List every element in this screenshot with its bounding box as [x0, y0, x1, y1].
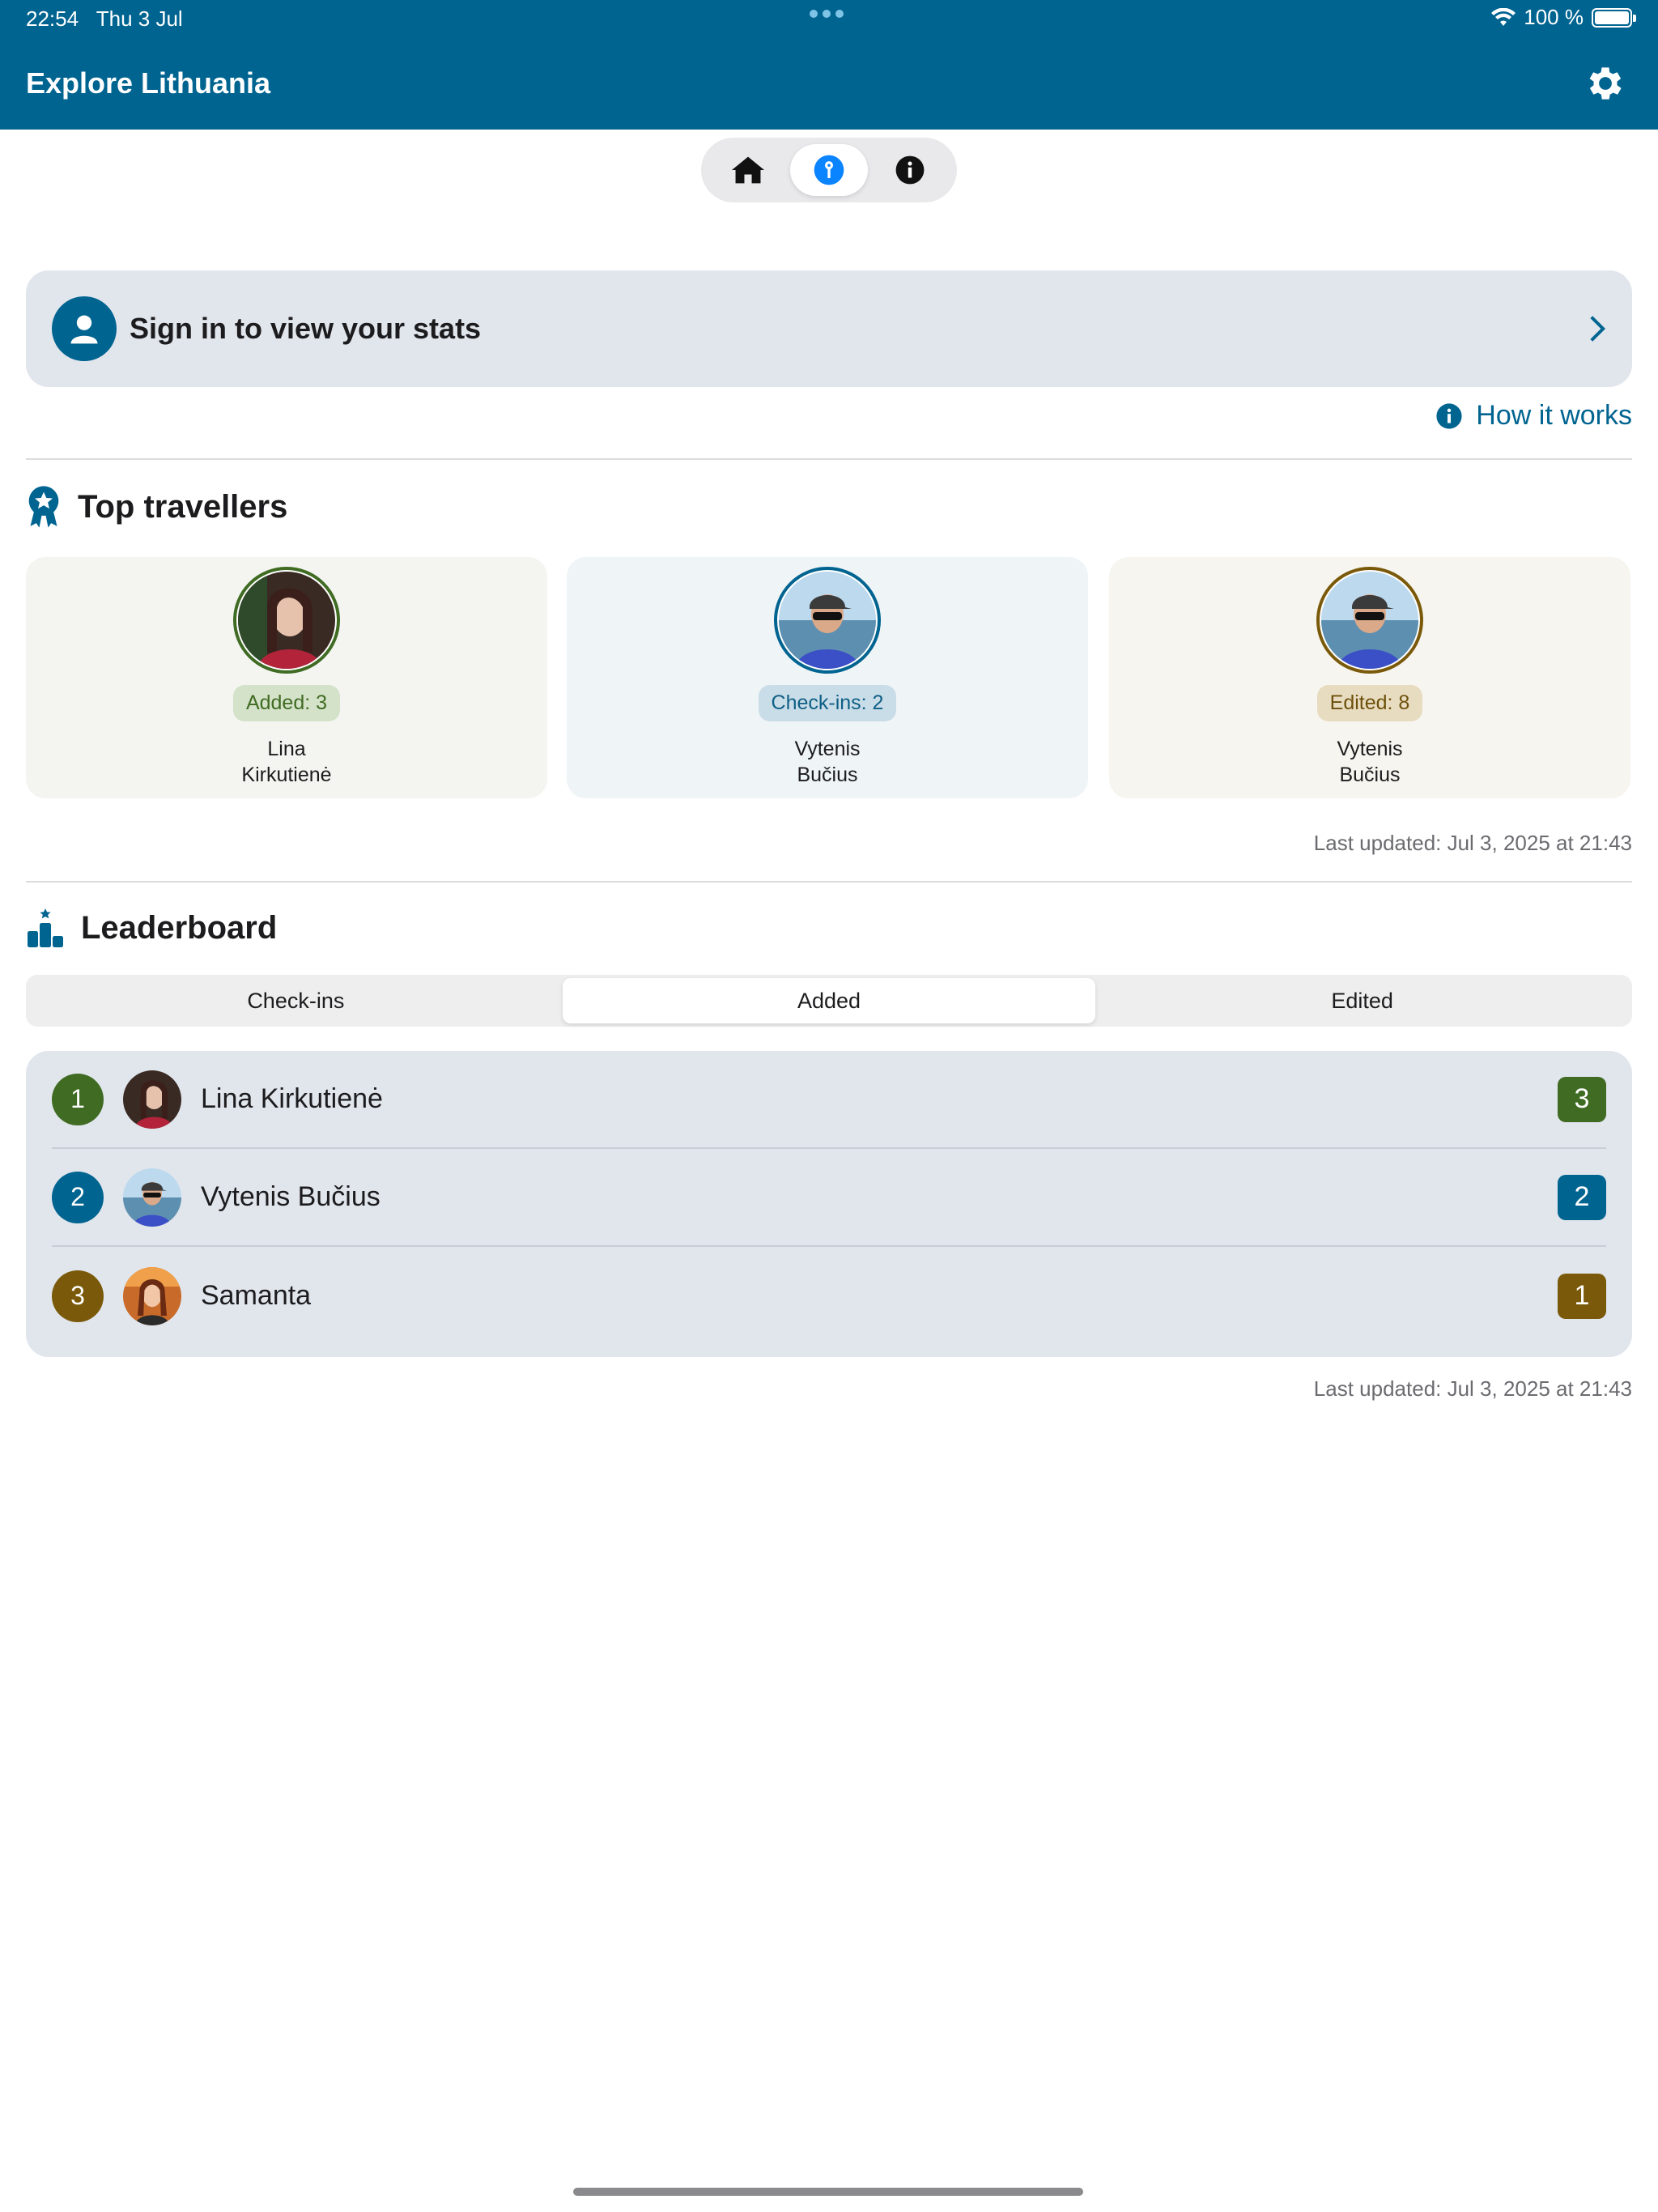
traveller-name: Vytenis Bučius [794, 738, 861, 786]
leader-name: Lina Kirkutienė [201, 1083, 383, 1114]
house-icon [732, 156, 764, 184]
info-circle-icon [1436, 402, 1462, 429]
battery-icon [1592, 7, 1636, 28]
leader-name: Vytenis Bučius [201, 1181, 380, 1212]
chevron-right-icon [1590, 316, 1606, 342]
tab-added[interactable]: Added [562, 978, 1096, 1023]
list-item[interactable]: 1 Lina Kirkutienė 3 [52, 1051, 1606, 1149]
divider [26, 881, 1632, 883]
award-ribbon-icon [28, 486, 59, 528]
home-indicator[interactable] [573, 2188, 1083, 2196]
leader-name: Samanta [201, 1280, 312, 1311]
sign-in-label: Sign in to view your stats [130, 312, 482, 345]
list-item[interactable]: 3 Samanta 1 [52, 1247, 1606, 1345]
rank-badge: 1 [52, 1073, 104, 1125]
rank-badge: 2 [52, 1171, 104, 1223]
avatar-ring [774, 567, 881, 674]
top-travellers-updated: Last updated: Jul 3, 2025 at 21:43 [1313, 831, 1632, 855]
avatar [123, 1266, 181, 1325]
podium-icon [28, 908, 63, 947]
list-item[interactable]: 2 Vytenis Bučius 2 [52, 1149, 1606, 1247]
divider [26, 458, 1632, 460]
info-icon [895, 155, 925, 185]
avatar [123, 1070, 181, 1129]
tab-check-ins[interactable]: Check-ins [29, 978, 563, 1023]
top-navigation [701, 138, 957, 202]
gear-icon[interactable] [1584, 62, 1627, 105]
how-it-works-link[interactable]: How it works [1435, 400, 1632, 432]
traveller-name: Lina Kirkutienė [241, 738, 332, 786]
avatar [779, 572, 876, 669]
leaderboard-list: 1 Lina Kirkutienė 3 2 Vytenis Bučius 2 3 [26, 1051, 1632, 1357]
leaderboard-heading: Leaderboard [26, 907, 277, 949]
top-travellers-heading: Top travellers [26, 484, 287, 530]
score-badge: 2 [1558, 1174, 1606, 1220]
nav-home[interactable] [709, 144, 787, 196]
score-badge: 1 [1558, 1273, 1606, 1319]
top-traveller-card-edited[interactable]: Edited: 8 Vytenis Bučius [1109, 557, 1630, 798]
status-indicators: 100 % [1491, 5, 1636, 30]
app-header: 22:54 Thu 3 Jul 100 % Explore Lithuania [0, 0, 1658, 130]
top-traveller-card-added[interactable]: Added: 3 Lina Kirkutienė [26, 557, 547, 798]
battery-percent: 100 % [1524, 5, 1584, 29]
traveller-name: Vytenis Bučius [1337, 738, 1403, 786]
avatar [123, 1168, 181, 1227]
stat-badge: Check-ins: 2 [758, 685, 897, 721]
score-badge: 3 [1558, 1076, 1606, 1122]
sign-in-card[interactable]: Sign in to view your stats [26, 270, 1632, 387]
wifi-icon [1491, 7, 1516, 26]
avatar-ring [233, 567, 340, 674]
key-icon [814, 155, 844, 185]
top-traveller-card-checkins[interactable]: Check-ins: 2 Vytenis Bučius [567, 557, 1088, 798]
rank-badge: 3 [52, 1270, 104, 1322]
avatar-ring [1316, 567, 1423, 674]
tab-edited[interactable]: Edited [1095, 978, 1629, 1023]
page-title: Explore Lithuania [26, 66, 271, 100]
leaderboard-tabs: Check-ins Added Edited [26, 975, 1632, 1027]
nav-key[interactable] [790, 144, 868, 196]
nav-info[interactable] [871, 144, 949, 196]
multitasking-dots-icon[interactable] [810, 10, 844, 18]
avatar [1321, 572, 1418, 669]
avatar [238, 572, 335, 669]
status-time: 22:54 Thu 3 Jul [26, 6, 183, 31]
stat-badge: Edited: 8 [1316, 685, 1423, 721]
leaderboard-updated: Last updated: Jul 3, 2025 at 21:43 [1313, 1376, 1632, 1401]
person-icon [52, 296, 117, 361]
stat-badge: Added: 3 [232, 685, 341, 721]
